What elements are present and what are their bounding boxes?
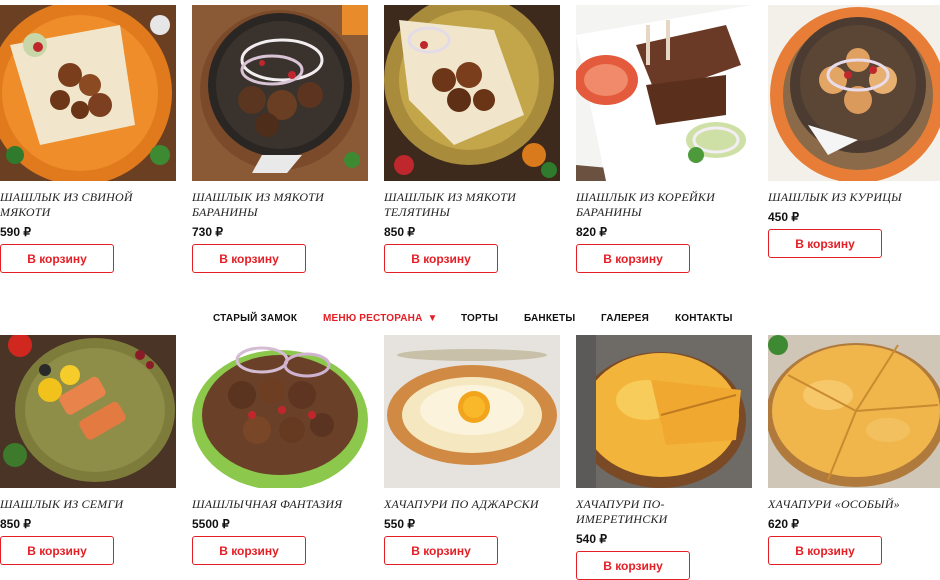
product-card: ХАЧАПУРИ «ОСОБЫЙ» 620 ₽ В корзину [768, 335, 940, 565]
add-to-cart-button[interactable]: В корзину [384, 536, 498, 565]
product-price: 620 ₽ [768, 517, 799, 531]
dropdown-triangle-icon: ▼ [427, 313, 438, 324]
product-title: ХАЧАПУРИ ПО-ИМЕРЕТИНСКИ [576, 497, 668, 526]
product-card: ХАЧАПУРИ ПО АДЖАРСКИ 550 ₽ В корзину [384, 335, 560, 565]
product-card: ШАШЛЫК ИЗ СЕМГИ 850 ₽ В корзину [0, 335, 176, 565]
product-title: ШАШЛЫК ИЗ МЯКОТИ БАРАНИНЫ [192, 190, 325, 219]
product-price: 850 ₽ [0, 517, 31, 531]
product-card: ШАШЛЫК ИЗ КУРИЦЫ 450 ₽ В корзину [768, 5, 940, 258]
nav-item-gallery[interactable]: ГАЛЕРЕЯ [601, 313, 649, 324]
product-price: 550 ₽ [384, 517, 415, 531]
add-to-cart-button[interactable]: В корзину [384, 244, 498, 273]
product-card: ХАЧАПУРИ ПО-ИМЕРЕТИНСКИ 540 ₽ В корзину [576, 335, 752, 580]
add-to-cart-button[interactable]: В корзину [0, 536, 114, 565]
add-to-cart-button[interactable]: В корзину [768, 229, 882, 258]
product-card: ШАШЛЫК ИЗ СВИНОЙ МЯКОТИ 590 ₽ В корзину [0, 5, 176, 273]
product-photo-chicken-shashlik[interactable] [768, 5, 940, 181]
add-to-cart-button[interactable]: В корзину [192, 536, 306, 565]
product-price: 450 ₽ [768, 210, 799, 224]
nav-item-contacts[interactable]: КОНТАКТЫ [675, 313, 733, 324]
add-to-cart-button[interactable]: В корзину [768, 536, 882, 565]
product-title: ШАШЛЫК ИЗ СЕМГИ [0, 497, 124, 511]
add-to-cart-button[interactable]: В корзину [576, 551, 690, 580]
product-price: 540 ₽ [576, 532, 607, 546]
product-price: 730 ₽ [192, 225, 223, 239]
product-photo-lamb-shashlik[interactable] [192, 5, 368, 181]
product-photo-imeretian-khachapuri[interactable] [576, 335, 752, 488]
product-title: ШАШЛЫК ИЗ МЯКОТИ ТЕЛЯТИНЫ [384, 190, 517, 219]
product-title: ХАЧАПУРИ ПО АДЖАРСКИ [384, 497, 539, 511]
product-card: ШАШЛЫЧНАЯ ФАНТАЗИЯ 5500 ₽ В корзину [192, 335, 368, 565]
product-photo-shashlik-fantasy[interactable] [192, 335, 368, 488]
nav-item-banquets[interactable]: БАНКЕТЫ [524, 313, 575, 324]
product-card: ШАШЛЫК ИЗ МЯКОТИ ТЕЛЯТИНЫ 850 ₽ В корзин… [384, 5, 560, 273]
product-photo-pork-shashlik[interactable] [0, 5, 176, 181]
nav-item-restaurant-menu[interactable]: МЕНЮ РЕСТОРАНА ▼ [323, 313, 438, 324]
product-card: ШАШЛЫК ИЗ КОРЕЙКИ БАРАНИНЫ 820 ₽ В корзи… [576, 5, 752, 273]
nav-item-label: МЕНЮ РЕСТОРАНА [323, 313, 423, 324]
product-card: ШАШЛЫК ИЗ МЯКОТИ БАРАНИНЫ 730 ₽ В корзин… [192, 5, 368, 273]
nav-item-cakes[interactable]: ТОРТЫ [461, 313, 498, 324]
product-photo-salmon-shashlik[interactable] [0, 335, 176, 488]
product-photo-adjarian-khachapuri[interactable] [384, 335, 560, 488]
product-price: 820 ₽ [576, 225, 607, 239]
product-title: ШАШЛЫЧНАЯ ФАНТАЗИЯ [192, 497, 343, 511]
product-title: ХАЧАПУРИ «ОСОБЫЙ» [768, 497, 900, 511]
main-navigation: СТАРЫЙ ЗАМОК МЕНЮ РЕСТОРАНА ▼ ТОРТЫ БАНКЕ… [0, 313, 940, 327]
add-to-cart-button[interactable]: В корзину [0, 244, 114, 273]
product-price: 5500 ₽ [192, 517, 230, 531]
product-title: ШАШЛЫК ИЗ КОРЕЙКИ БАРАНИНЫ [576, 190, 715, 219]
product-photo-special-khachapuri[interactable] [768, 335, 940, 488]
add-to-cart-button[interactable]: В корзину [576, 244, 690, 273]
product-title: ШАШЛЫК ИЗ КУРИЦЫ [768, 190, 902, 204]
product-price: 590 ₽ [0, 225, 31, 239]
add-to-cart-button[interactable]: В корзину [192, 244, 306, 273]
product-title: ШАШЛЫК ИЗ СВИНОЙ МЯКОТИ [0, 190, 133, 219]
product-price: 850 ₽ [384, 225, 415, 239]
product-photo-veal-shashlik[interactable] [384, 5, 560, 181]
nav-item-old-castle[interactable]: СТАРЫЙ ЗАМОК [213, 313, 297, 324]
product-photo-lamb-rack-shashlik[interactable] [576, 5, 752, 181]
